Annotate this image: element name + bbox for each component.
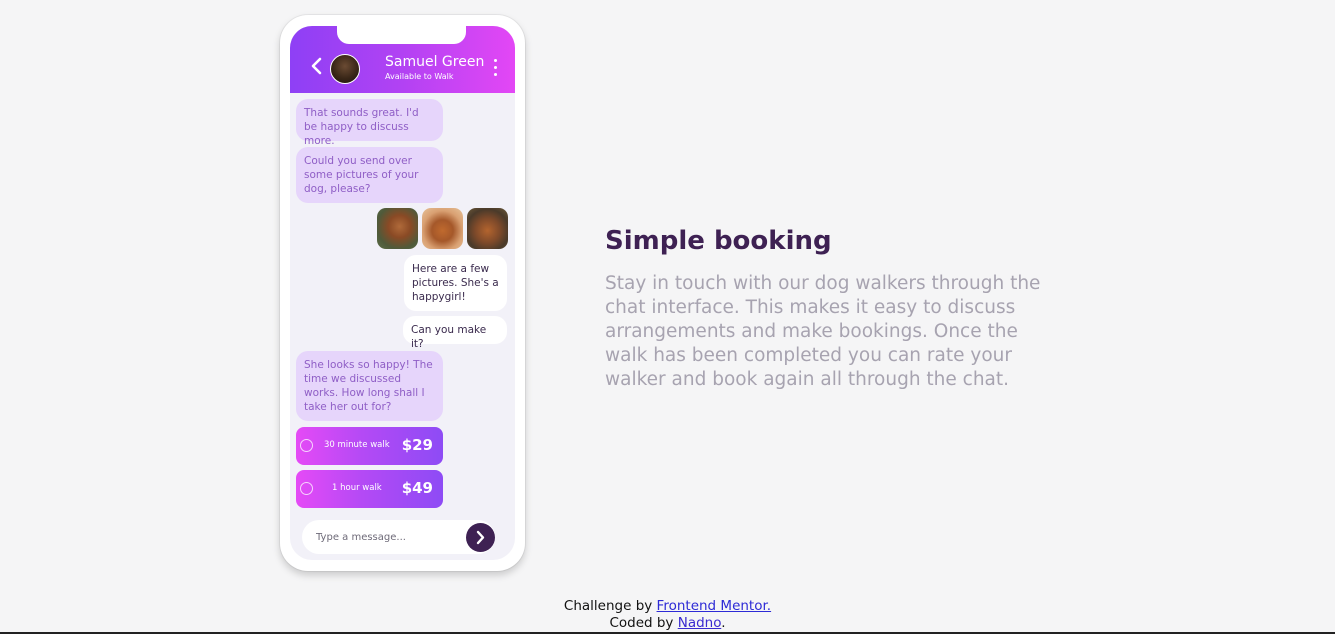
message-outgoing: Can you make it?	[403, 316, 507, 350]
option-label: 1 hour walk	[332, 483, 382, 493]
walk-option-30min[interactable]: 30 minute walk $29	[296, 427, 443, 465]
dog-photo[interactable]	[377, 208, 418, 249]
message-incoming: She looks so happy! The time we discusse…	[296, 351, 443, 421]
radio-icon[interactable]	[300, 439, 313, 452]
radio-icon[interactable]	[300, 482, 313, 495]
chat-header: Samuel Green Available to Walk	[290, 26, 515, 93]
challenge-line: Challenge by Frontend Mentor.	[0, 598, 1335, 615]
contact-status: Available to Walk	[385, 72, 454, 81]
contact-name: Samuel Green	[385, 54, 485, 70]
message-input[interactable]	[316, 529, 456, 545]
frontend-mentor-link[interactable]: Frontend Mentor.	[657, 598, 772, 614]
coder-link[interactable]: Nadno	[678, 615, 722, 631]
chat-screen: Samuel Green Available to Walk That soun…	[290, 26, 515, 560]
message-outgoing: Here are a few pictures. She's a happygi…	[404, 255, 507, 311]
walk-option-1hour[interactable]: 1 hour walk $49	[296, 470, 443, 508]
menu-dots-icon[interactable]	[493, 59, 499, 77]
message-incoming: Could you send over some pictures of you…	[296, 147, 443, 203]
back-icon[interactable]	[310, 56, 324, 76]
challenge-prefix: Challenge by	[563, 598, 657, 614]
phone-mockup: Samuel Green Available to Walk That soun…	[280, 15, 525, 571]
feature-description: Stay in touch with our dog walkers throu…	[605, 273, 1041, 390]
feature-title: Simple booking	[605, 226, 832, 256]
message-composer	[302, 520, 495, 554]
avatar[interactable]	[330, 54, 360, 84]
option-label: 30 minute walk	[324, 440, 390, 450]
option-price: $49	[401, 479, 433, 497]
dog-photo[interactable]	[422, 208, 463, 249]
attribution: Challenge by Frontend Mentor. Coded by N…	[0, 598, 1335, 632]
coded-suffix: .	[721, 615, 726, 631]
coded-line: Coded by Nadno.	[0, 615, 1335, 632]
message-incoming: That sounds great. I'd be happy to discu…	[296, 99, 443, 147]
dog-photo[interactable]	[467, 208, 508, 249]
option-price: $29	[401, 436, 433, 454]
send-icon	[476, 530, 485, 545]
coded-prefix: Coded by	[609, 615, 678, 631]
phone-notch	[337, 26, 466, 44]
send-button[interactable]	[466, 523, 495, 552]
